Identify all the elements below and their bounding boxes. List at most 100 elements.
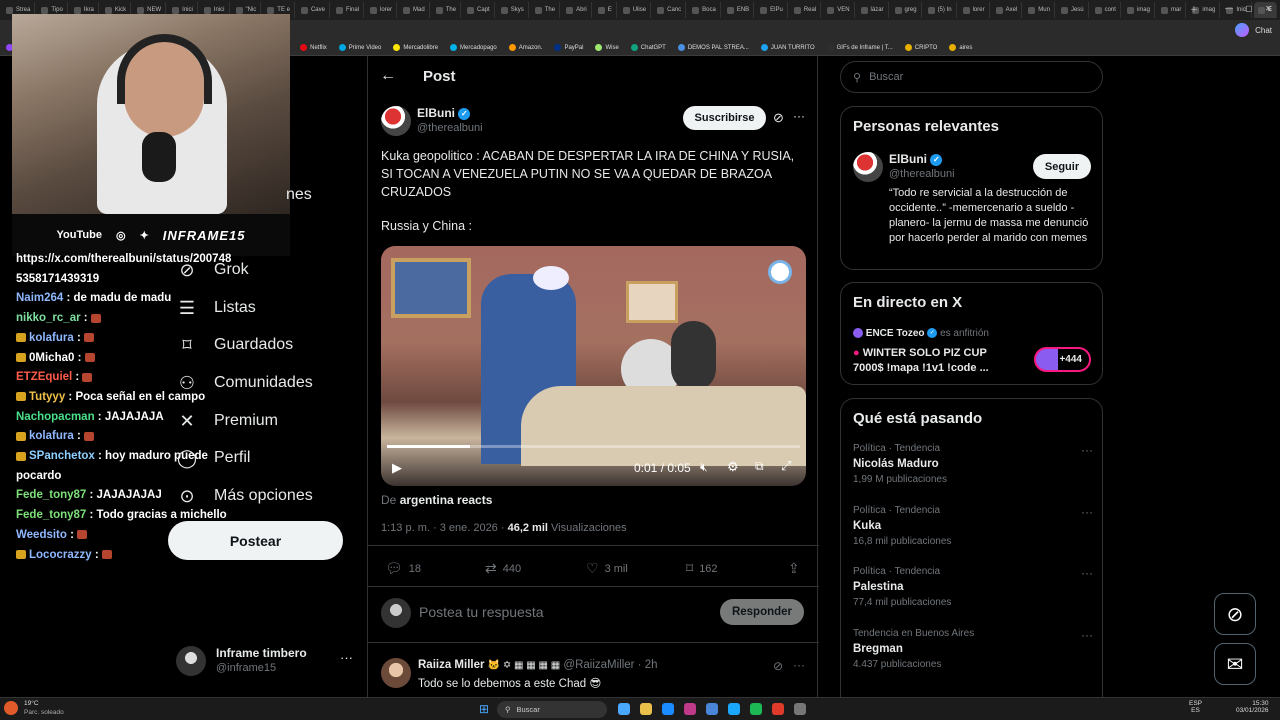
browser-tab[interactable]: Capt (463, 2, 495, 18)
relevant-handle[interactable]: @therealbuni (889, 168, 955, 180)
bookmark-item[interactable]: Wise (589, 44, 624, 51)
search-input[interactable]: ⚲ Buscar (840, 61, 1103, 93)
nav-item-grok[interactable]: ⊘ Grok (176, 259, 248, 281)
more-options-icon[interactable]: ··· (1081, 566, 1093, 580)
video-player[interactable]: ▶ 0:01 / 0:05 🔇︎ ⚙ ⧉ ⤢ (381, 246, 806, 486)
grok-icon[interactable]: ⊘ (773, 110, 784, 126)
reply-action[interactable]: 💬︎ 18 (385, 560, 421, 577)
browser-tab[interactable]: Mad (399, 2, 430, 18)
bookmark-item[interactable]: CRIPTO (899, 44, 944, 51)
bookmark-item[interactable]: Amazon. (503, 44, 549, 51)
browser-tab[interactable]: The (432, 2, 462, 18)
windows-start-icon[interactable]: ⊞ (479, 702, 489, 716)
more-options-icon[interactable]: ··· (1081, 505, 1093, 519)
new-tab-icon[interactable]: ＋ (1190, 4, 1198, 15)
browser-tab[interactable]: ElPu (756, 2, 788, 18)
browser-tab[interactable]: cont (1091, 2, 1121, 18)
more-options-icon[interactable]: ··· (793, 109, 805, 123)
nav-item-perfil[interactable]: ◯ Perfil (176, 447, 251, 469)
browser-tab[interactable]: Mun (1024, 2, 1055, 18)
post-button[interactable]: Postear (168, 521, 343, 560)
nav-item-comunidades[interactable]: ⚇ Comunidades (176, 372, 313, 394)
account-switcher[interactable]: Inframe timbero @inframe15 ··· (176, 644, 356, 678)
bookmark-item[interactable]: PayPal (548, 44, 589, 51)
reply-user-avatar[interactable] (381, 658, 411, 688)
spotify-icon[interactable] (750, 703, 762, 715)
live-stream-title[interactable]: ● WINTER SOLO PIZ CUP 7000$ !mapa !1v1 !… (853, 346, 1013, 376)
browser-tab[interactable]: Final (332, 2, 364, 18)
author-avatar[interactable] (381, 106, 411, 136)
browser-tab[interactable]: (5) In (924, 2, 957, 18)
back-arrow-icon[interactable]: ← (380, 67, 396, 85)
browser-tab[interactable]: imag (1123, 2, 1155, 18)
repost-action[interactable]: ⇄ 440 (485, 560, 521, 577)
pip-icon[interactable]: ⧉ (755, 459, 764, 474)
bookmark-item[interactable]: Netflix (294, 44, 333, 51)
nav-item-listas[interactable]: ☰ Listas (176, 297, 256, 319)
share-action[interactable]: ⇪ (788, 560, 800, 577)
grok-fab[interactable]: ⊘ (1214, 593, 1256, 635)
more-options-icon[interactable]: ··· (1081, 628, 1093, 642)
browser-tab[interactable]: lázar (857, 2, 889, 18)
trend-item[interactable]: Política · Tendencia Nicolás Maduro 1,99 M… (853, 443, 1093, 485)
browser-tab[interactable]: greg (891, 2, 922, 18)
more-options-icon[interactable]: ··· (793, 658, 805, 672)
bookmark-item[interactable]: ChatGPT (625, 44, 672, 51)
bookmark-item[interactable]: Mercadolibre (387, 44, 444, 51)
bookmark-item[interactable]: GIFs de Inframe | T... (821, 44, 899, 51)
subscribe-button[interactable]: Suscribirse (683, 106, 766, 130)
grok-icon[interactable]: ⊘ (773, 659, 783, 673)
video-progress-track[interactable] (387, 445, 800, 448)
store-icon[interactable] (684, 703, 696, 715)
maximize-icon[interactable]: ▢ (1245, 4, 1253, 13)
reply-user[interactable]: Raiiza Miller 🐱 ✡ ▦ ▦ ▦ ▦ @RaiizaMiller … (418, 659, 658, 671)
video-source[interactable]: De argentina reacts (381, 493, 492, 507)
relevant-name[interactable]: ElBuni ✓ (889, 152, 943, 166)
edge-icon[interactable] (662, 703, 674, 715)
weather-icon[interactable] (4, 701, 18, 715)
nav-item-guardados[interactable]: ⌑ Guardados (176, 334, 293, 356)
browser-tab[interactable]: E (594, 2, 617, 18)
bookmark-item[interactable]: Mercadopago (444, 44, 503, 51)
relevant-avatar[interactable] (853, 152, 883, 182)
bookmark-item[interactable]: aires (943, 44, 978, 51)
live-listeners[interactable]: +444 (1034, 347, 1091, 372)
close-window-icon[interactable]: ✕ (1265, 4, 1272, 13)
trend-item[interactable]: Política · Tendencia Palestina 77,4 mil pu… (853, 566, 1093, 608)
mute-icon[interactable]: 🔇︎ (700, 460, 708, 475)
messages-fab[interactable]: ✉ (1214, 643, 1256, 685)
browser-tab[interactable]: Canc (653, 2, 687, 18)
play-icon[interactable]: ▶ (392, 460, 402, 476)
bookmark-item[interactable]: JUAN TURRITO (755, 44, 821, 51)
browser-tab[interactable]: Abri (562, 2, 592, 18)
steam-icon[interactable] (706, 703, 718, 715)
browser-tab[interactable]: ENB (723, 2, 755, 18)
browser-tab[interactable]: lorer (959, 2, 990, 18)
reply-input[interactable]: Postea tu respuesta (419, 604, 544, 620)
browser-tab[interactable]: lorer (366, 2, 398, 18)
minimize-icon[interactable]: — (1225, 4, 1233, 13)
nav-item-premium[interactable]: ✕ Premium (176, 410, 278, 432)
more-options-icon[interactable]: ··· (1081, 443, 1093, 457)
chat-label[interactable]: Chat (1255, 26, 1272, 35)
bookmark-item[interactable]: Prime Video (333, 44, 388, 51)
bookmark-action[interactable]: ⌑ 162 (686, 560, 718, 577)
like-action[interactable]: ♡ 3 mil (586, 560, 628, 577)
browser-tab[interactable]: Real (790, 2, 822, 18)
browser-tab[interactable]: Skys (497, 2, 529, 18)
nav-item-más-opciones[interactable]: ⊙ Más opciones (176, 485, 312, 507)
live-host[interactable]: ENCE Tozeo ✓ es anfitrión (853, 328, 989, 339)
trend-item[interactable]: Tendencia en Buenos Aires Bregman 4.437 pu… (853, 628, 1093, 670)
settings-icon[interactable]: ⚙ (727, 459, 739, 475)
browser-tab[interactable]: Boca (688, 2, 721, 18)
trend-item[interactable]: Política · Tendencia Kuka 16,8 mil publica… (853, 505, 1093, 547)
author-name[interactable]: ElBuni ✓ (417, 106, 471, 120)
fullscreen-icon[interactable]: ⤢ (781, 458, 791, 474)
follow-button[interactable]: Seguir (1033, 154, 1091, 179)
app-icon[interactable] (728, 703, 740, 715)
browser-tab[interactable]: mar (1157, 2, 1187, 18)
copilot-icon[interactable] (1235, 23, 1250, 37)
reply-button[interactable]: Responder (720, 599, 804, 625)
browser-tab[interactable]: Ulise (619, 2, 652, 18)
author-handle[interactable]: @therealbuni (417, 122, 483, 134)
